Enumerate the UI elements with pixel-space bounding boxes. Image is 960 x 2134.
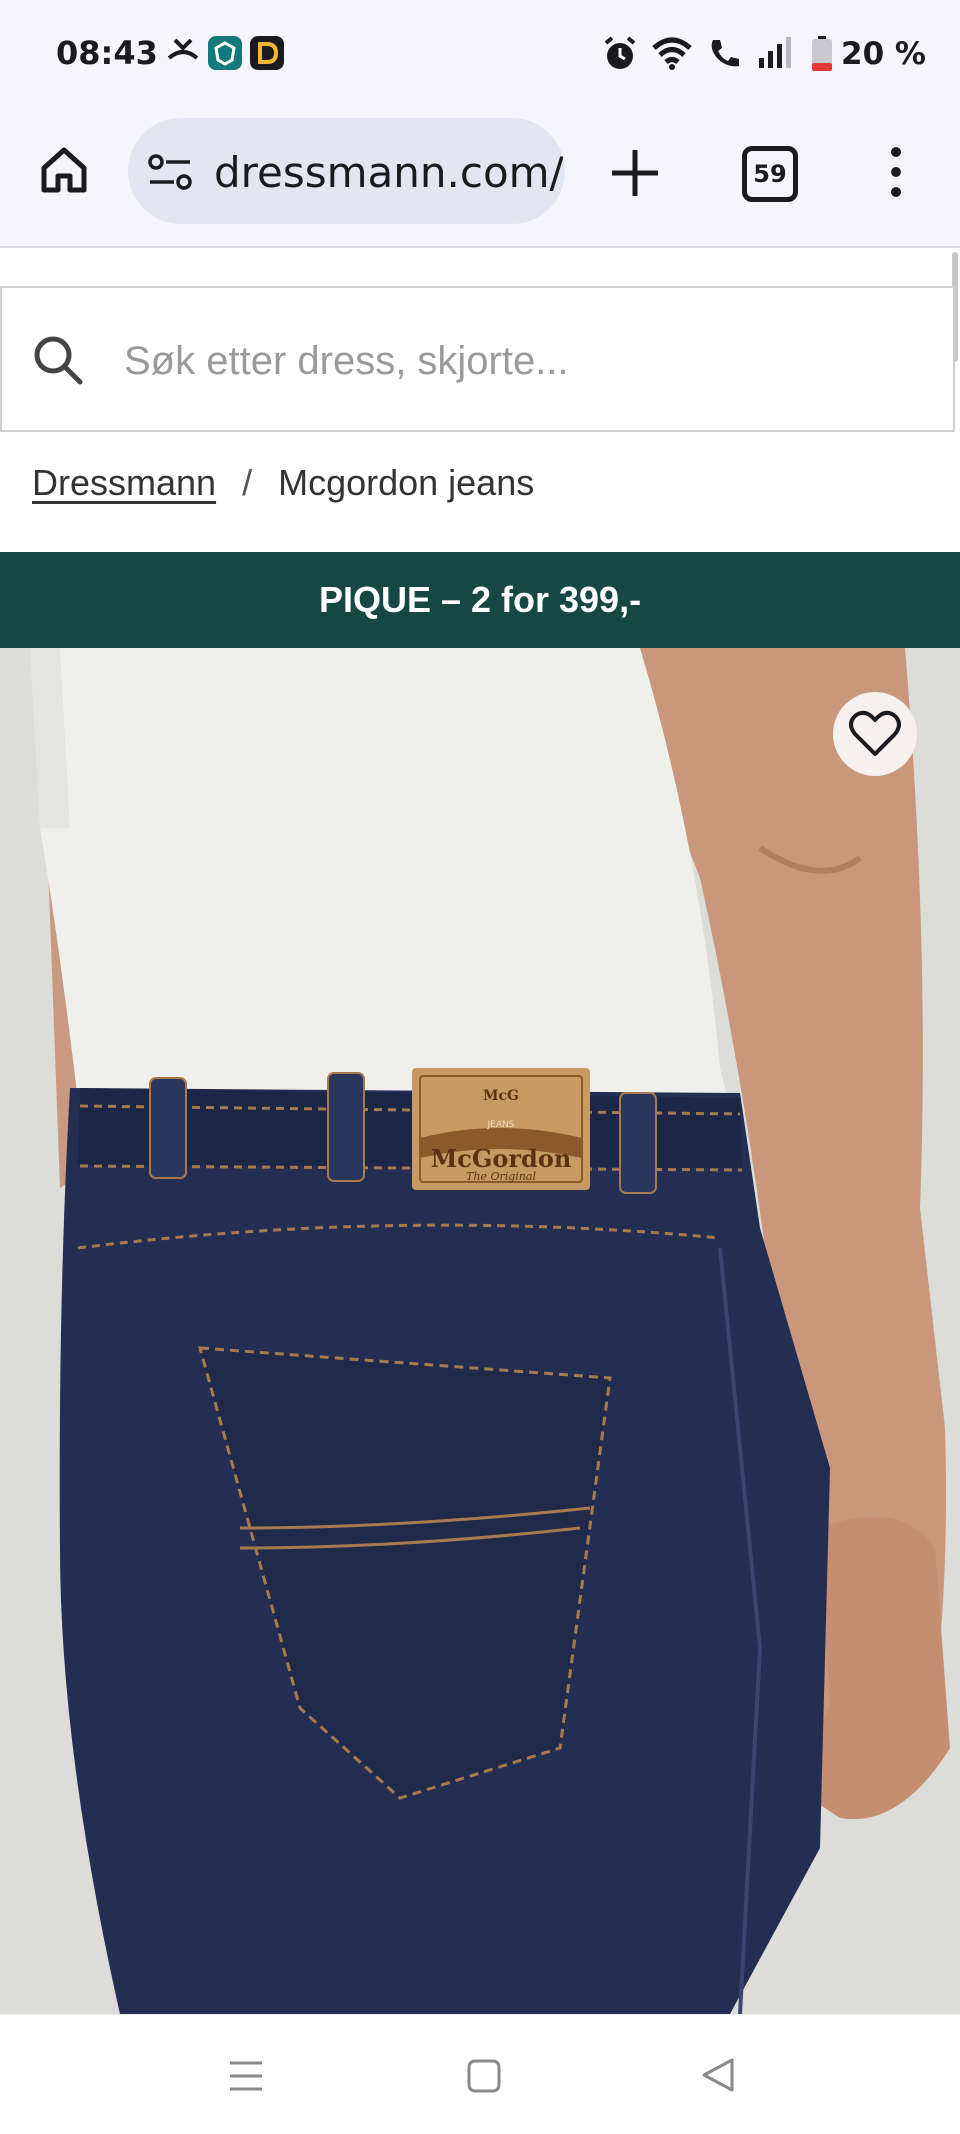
- home-nav-icon[interactable]: [467, 2059, 501, 2093]
- browser-toolbar: dressmann.com/n 59: [0, 110, 960, 248]
- wifi-icon: [652, 37, 692, 70]
- tabs-icon[interactable]: 59: [742, 146, 798, 202]
- call-icon: [711, 40, 739, 67]
- label-jeans: JEANS: [487, 1120, 515, 1130]
- back-icon[interactable]: [700, 2057, 736, 2093]
- search-input[interactable]: [122, 328, 926, 394]
- product-image[interactable]: McGordon McG JEANS The Original: [0, 648, 960, 2014]
- signal-icon: [759, 37, 791, 68]
- breadcrumb-current: Mcgordon jeans: [278, 462, 535, 503]
- status-time: 08:43: [56, 34, 158, 72]
- label-monogram: McG: [483, 1088, 519, 1104]
- app-icon: [208, 36, 242, 70]
- alarm-icon: [604, 36, 636, 69]
- heart-icon: [849, 710, 901, 756]
- battery-percentage: 20 %: [841, 36, 926, 72]
- recents-icon[interactable]: [228, 2059, 264, 2093]
- promo-banner[interactable]: PIQUE – 2 for 399,-: [0, 552, 960, 648]
- url-text: dressmann.com/n: [214, 148, 565, 197]
- home-icon[interactable]: [36, 142, 92, 198]
- search-box[interactable]: [0, 286, 955, 432]
- label-sub: The Original: [466, 1170, 536, 1183]
- breadcrumb-home-link[interactable]: Dressmann: [32, 462, 216, 503]
- breadcrumb: Dressmann / Mcgordon jeans: [32, 462, 534, 504]
- d-app-icon: [250, 36, 284, 70]
- label-brand: McGordon: [430, 1144, 572, 1173]
- missed-call-icon: [167, 38, 199, 60]
- search-icon: [34, 336, 83, 385]
- system-navigation-bar: [0, 2014, 960, 2134]
- new-tab-icon[interactable]: [608, 146, 662, 200]
- address-bar[interactable]: dressmann.com/n: [128, 118, 565, 224]
- product-photo: [0, 648, 960, 2014]
- favorite-button[interactable]: [833, 692, 917, 776]
- battery-icon: [812, 36, 832, 71]
- status-bar: 08:43 20 %: [0, 0, 960, 110]
- breadcrumb-separator: /: [242, 462, 253, 503]
- menu-icon[interactable]: [884, 144, 908, 200]
- tab-count: 59: [753, 160, 787, 188]
- site-info-icon[interactable]: [148, 154, 192, 190]
